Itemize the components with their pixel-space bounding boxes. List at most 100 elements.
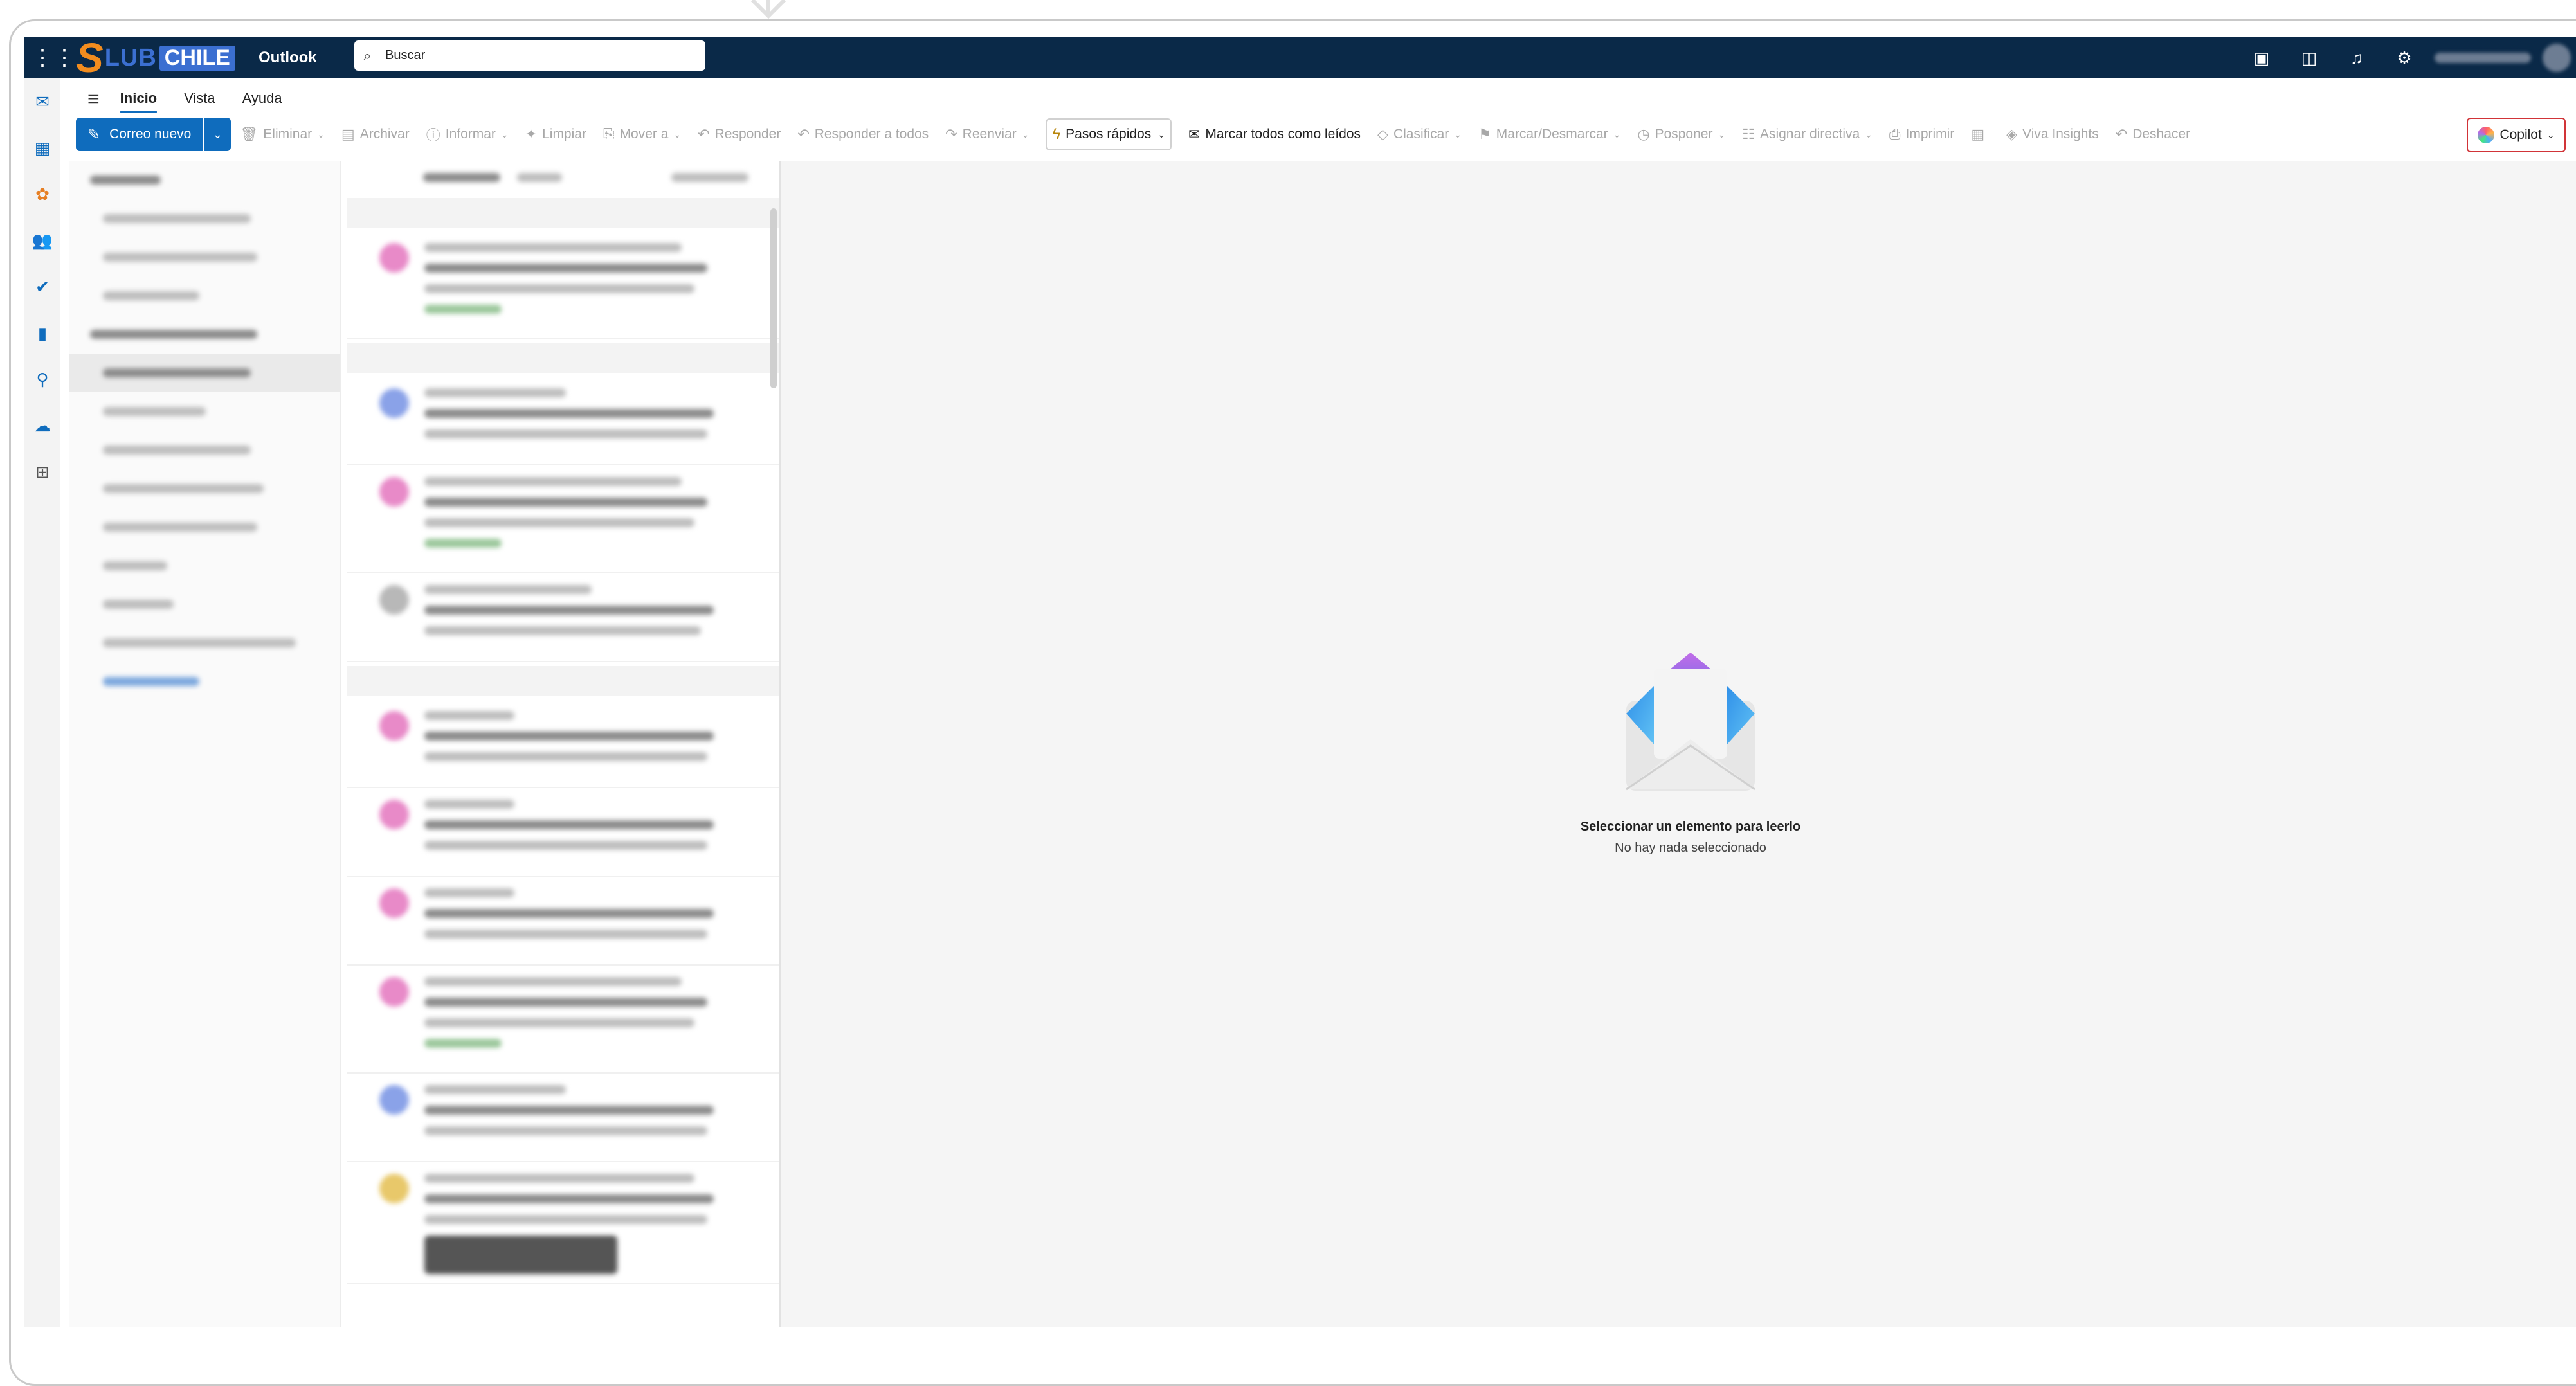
account-name-redacted[interactable] <box>2435 53 2531 63</box>
list-item[interactable] <box>347 788 779 877</box>
ribbon-responder-button[interactable]: ↶ Responder <box>698 126 781 143</box>
new-mail-button[interactable]: ✎ Correo nuevo <box>76 118 203 151</box>
chevron-down-icon: ⌄ <box>1865 129 1873 140</box>
menu-icon[interactable]: ≡ <box>87 87 100 111</box>
folder-row[interactable] <box>69 199 340 238</box>
mail-icon[interactable]: ✉ <box>24 78 60 125</box>
ribbon-responder-a-todos-button[interactable]: ↶ Responder a todos <box>797 126 929 143</box>
avatar[interactable] <box>2543 44 2571 72</box>
list-item[interactable] <box>347 231 779 339</box>
todo-icon[interactable]: ✔ <box>24 264 60 310</box>
ribbon-limpiar-button[interactable]: ✦ Limpiar <box>525 126 586 143</box>
folder-row[interactable] <box>69 238 340 276</box>
search-input[interactable]: Buscar <box>385 48 425 63</box>
ribbon-action-icon: ▤ <box>341 126 355 142</box>
mark-all-read-label: Marcar todos como leídos <box>1205 127 1361 141</box>
ribbon-imprimir-button[interactable]: ⎙ Imprimir <box>1889 126 1954 143</box>
ribbon-action-icon: ⎙ <box>1889 126 1901 142</box>
onedrive-icon[interactable]: ☁ <box>24 402 60 449</box>
folder-row[interactable] <box>69 508 340 546</box>
list-item[interactable] <box>347 877 779 966</box>
brand-logo[interactable]: S LUB CHILE <box>76 37 235 78</box>
ribbon-clasificar-button[interactable]: ◇ Clasificar ⌄ <box>1377 126 1462 143</box>
ribbon-deshacer-button[interactable]: ↶ Deshacer <box>2116 126 2190 143</box>
folder-row[interactable] <box>69 585 340 624</box>
ribbon-button-5-button[interactable]: ▦ <box>1971 126 1990 143</box>
list-item[interactable] <box>347 1162 779 1284</box>
chevron-down-icon: ⌄ <box>1718 129 1726 140</box>
ribbon-reenviar-button[interactable]: ↷ Reenviar ⌄ <box>945 126 1029 143</box>
bell-icon[interactable]: ♫ <box>2333 48 2381 68</box>
people-icon[interactable]: 👥 <box>24 217 60 264</box>
brand-logo-text-a: LUB <box>104 44 157 71</box>
ribbon-mover-a-button[interactable]: ⎘ Mover a ⌄ <box>603 126 681 143</box>
message-group-header[interactable] <box>347 198 779 228</box>
reading-pane-empty-state: Seleccionar un elemento para leerlo No h… <box>1574 649 1807 856</box>
ribbon-archivar-button[interactable]: ▤ Archivar <box>341 126 410 143</box>
folder-row[interactable] <box>69 354 340 392</box>
list-item[interactable] <box>347 1074 779 1162</box>
new-mail-dropdown[interactable]: ⌄ <box>203 118 231 151</box>
meet-now-icon[interactable]: ▣ <box>2238 48 2285 68</box>
more-apps-icon[interactable]: ⊞ <box>24 449 60 495</box>
folder-row[interactable] <box>69 161 340 199</box>
chevron-down-icon: ⌄ <box>317 129 325 140</box>
chevron-down-icon: ⌄ <box>2546 129 2555 140</box>
message-group-header[interactable] <box>347 666 779 696</box>
envelope-illustration-icon <box>1626 652 1755 791</box>
org-icon[interactable]: ⚲ <box>24 356 60 402</box>
tab-ayuda[interactable]: Ayuda <box>242 90 282 107</box>
ribbon-action-label: Responder a todos <box>814 127 929 141</box>
folder-row[interactable] <box>69 392 340 431</box>
ribbon-action-icon: ↷ <box>945 126 957 142</box>
ribbon-action-label: Archivar <box>359 127 410 141</box>
search-box[interactable]: ⌕ Buscar <box>354 40 705 71</box>
message-list-blurred <box>347 161 781 1328</box>
new-mail-label: Correo nuevo <box>109 127 192 141</box>
ribbon-informar-button[interactable]: ⓘ Informar ⌄ <box>426 124 509 145</box>
calendar-icon[interactable]: ▦ <box>24 125 60 171</box>
folder-row[interactable] <box>69 624 340 662</box>
notes-icon[interactable]: ▮ <box>24 310 60 356</box>
mark-all-read-button[interactable]: ✉ Marcar todos como leídos <box>1188 126 1361 143</box>
ribbon-eliminar-button[interactable]: 🗑 Eliminar ⌄ <box>240 126 325 143</box>
list-item[interactable] <box>347 465 779 573</box>
list-item[interactable] <box>347 573 779 662</box>
folder-row[interactable] <box>69 469 340 508</box>
folder-row[interactable] <box>69 662 340 701</box>
brand-logo-text-b: CHILE <box>159 45 235 71</box>
folder-row[interactable] <box>69 546 340 585</box>
ribbon-marcar-desmarcar-button[interactable]: ⚑ Marcar/Desmarcar ⌄ <box>1478 126 1620 143</box>
tab-vista[interactable]: Vista <box>184 90 215 107</box>
envelope-open-icon: ✉ <box>1188 126 1201 142</box>
app-rail: ✉ ▦ ✿ 👥 ✔ ▮ ⚲ ☁ ⊞ <box>24 78 60 1328</box>
ribbon-posponer-button[interactable]: ◷ Posponer ⌄ <box>1637 126 1725 143</box>
folder-row[interactable] <box>69 276 340 315</box>
ribbon-tabs: ≡ Inicio Vista Ayuda <box>69 84 309 113</box>
folder-pane-blurred <box>69 161 341 1328</box>
whats-new-icon[interactable]: ◫ <box>2285 48 2333 68</box>
empty-state-title: Seleccionar un elemento para leerlo <box>1580 820 1801 834</box>
gear-icon[interactable]: ⚙ <box>2381 48 2428 68</box>
app-title[interactable]: Outlook <box>259 37 317 78</box>
ribbon-asignar-directiva-button[interactable]: ☷ Asignar directiva ⌄ <box>1742 126 1873 143</box>
copilot-app-icon[interactable]: ✿ <box>24 171 60 217</box>
chevron-down-icon: ⌄ <box>1454 129 1462 140</box>
app-launcher-icon[interactable]: ⋮⋮⋮ <box>10 37 75 78</box>
copilot-label: Copilot <box>2499 127 2542 142</box>
copilot-button[interactable]: Copilot ⌄ <box>2467 118 2566 152</box>
tab-inicio[interactable]: Inicio <box>120 90 158 113</box>
ribbon-action-label: Viva Insights <box>2022 127 2099 141</box>
ribbon-action-icon: ◈ <box>2006 126 2018 142</box>
message-group-header[interactable] <box>347 343 779 373</box>
message-list-scrollbar[interactable] <box>770 208 777 388</box>
ribbon-action-label: Deshacer <box>2132 127 2191 141</box>
list-item[interactable] <box>347 699 779 788</box>
list-item[interactable] <box>347 377 779 465</box>
quick-steps-button[interactable]: ϟ Pasos rápidos ⌄ <box>1046 118 1172 150</box>
ribbon-action-icon: ↶ <box>698 126 710 142</box>
ribbon-viva-insights-button[interactable]: ◈ Viva Insights <box>2006 126 2099 143</box>
folder-row[interactable] <box>69 315 340 354</box>
folder-row[interactable] <box>69 431 340 469</box>
list-item[interactable] <box>347 966 779 1074</box>
